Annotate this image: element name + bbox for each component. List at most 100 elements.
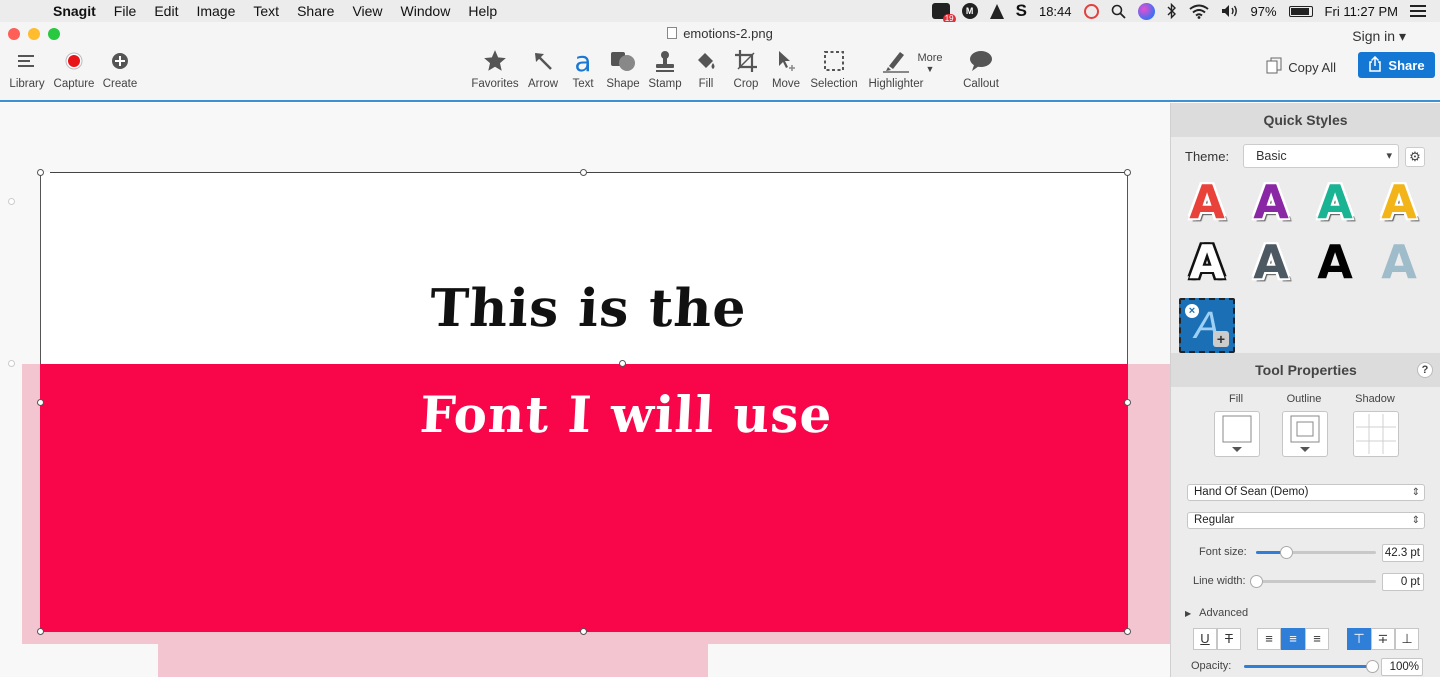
canvas-text-line-2[interactable]: Font I will use	[418, 385, 834, 444]
align-right-button[interactable]: ≡	[1305, 628, 1329, 650]
wifi-icon[interactable]	[1188, 4, 1209, 19]
font-style-select[interactable]: Regular	[1187, 512, 1425, 529]
outline-label: Outline	[1286, 393, 1322, 405]
tool-fill[interactable]: Fill	[690, 44, 722, 90]
clock-status[interactable]: 18:44	[1039, 4, 1072, 19]
resize-handle-top-left[interactable]	[37, 169, 44, 176]
battery-icon[interactable]	[1288, 5, 1313, 17]
tool-text[interactable]: a Text	[567, 44, 599, 91]
quick-style-swatch[interactable]: A	[1185, 236, 1229, 288]
menu-image[interactable]: Image	[187, 3, 244, 19]
gear-icon[interactable]: ⚙	[1405, 147, 1425, 167]
quick-style-swatch[interactable]: A	[1377, 236, 1421, 288]
shadow-grid[interactable]	[1353, 411, 1399, 457]
m-app-icon[interactable]: M	[961, 3, 978, 19]
status-area: 19 M S 18:44 97% Fri 11:27 PM	[931, 0, 1426, 24]
help-icon[interactable]: ?	[1417, 362, 1433, 378]
more-tools-button[interactable]: More ▼	[910, 52, 950, 74]
menu-share[interactable]: Share	[288, 3, 343, 19]
resize-handle-top[interactable]	[580, 169, 587, 176]
line-width-slider[interactable]	[1250, 575, 1376, 588]
menu-text[interactable]: Text	[244, 3, 288, 19]
close-icon[interactable]: ×	[1185, 304, 1199, 318]
notification-center-icon[interactable]	[1410, 5, 1426, 17]
advanced-toggle[interactable]: ▶ Advanced	[1185, 607, 1248, 619]
strikethrough-button[interactable]: T	[1217, 628, 1241, 650]
menu-window[interactable]: Window	[392, 3, 460, 19]
tool-stamp-label: Stamp	[648, 78, 682, 90]
menu-edit[interactable]: Edit	[145, 3, 187, 19]
outline-color-well[interactable]	[1282, 411, 1328, 457]
align-center-button[interactable]: ≡	[1281, 628, 1305, 650]
tool-arrow[interactable]: Arrow	[524, 44, 562, 90]
tool-crop[interactable]: Crop	[728, 44, 764, 90]
quick-styles-header: Quick Styles	[1171, 103, 1440, 137]
font-size-slider[interactable]	[1256, 546, 1376, 559]
siri-icon[interactable]	[1137, 2, 1155, 20]
opacity-slider[interactable]	[1244, 660, 1379, 673]
resize-handle-top-right[interactable]	[1124, 169, 1131, 176]
tool-move[interactable]: Move	[768, 44, 804, 90]
resize-handle-right[interactable]	[1124, 399, 1131, 406]
font-size-slider-knob[interactable]	[1280, 546, 1293, 559]
library-button[interactable]: Library	[8, 44, 46, 90]
valign-bottom-button[interactable]: ⊥	[1395, 628, 1419, 650]
menu-view[interactable]: View	[343, 3, 391, 19]
share-button[interactable]: Share	[1358, 52, 1435, 78]
font-family-select[interactable]: Hand Of Sean (Demo)	[1187, 484, 1425, 501]
line-width-slider-knob[interactable]	[1250, 575, 1263, 588]
quick-style-swatch[interactable]: A	[1185, 176, 1229, 228]
volume-icon[interactable]	[1221, 4, 1239, 18]
fill-color-well[interactable]	[1214, 411, 1260, 457]
canvas-text-line-1[interactable]: This is the	[428, 278, 748, 339]
battery-percent[interactable]: 97%	[1251, 4, 1277, 19]
valign-top-button[interactable]: ⊤	[1347, 628, 1371, 650]
properties-panel: Quick Styles Theme: Basic ⚙ AAAAAAAA × A…	[1170, 103, 1440, 677]
opacity-slider-knob[interactable]	[1366, 660, 1379, 673]
resize-handle-left[interactable]	[37, 399, 44, 406]
quick-style-swatch[interactable]: A	[1313, 176, 1357, 228]
menu-app-snagit[interactable]: Snagit	[44, 3, 105, 19]
font-size-input[interactable]: 42.3 pt	[1382, 544, 1424, 562]
bluetooth-icon[interactable]	[1167, 3, 1177, 19]
quick-style-swatch[interactable]: A	[1249, 236, 1293, 288]
datetime-status[interactable]: Fri 11:27 PM	[1325, 4, 1398, 19]
resize-handle-bottom-left[interactable]	[37, 628, 44, 635]
capture-button[interactable]: Capture	[52, 44, 96, 90]
tool-stamp[interactable]: Stamp	[646, 44, 684, 90]
copy-icon	[1266, 57, 1282, 77]
timer-icon[interactable]	[1083, 3, 1099, 19]
quick-style-swatch[interactable]: A	[1313, 236, 1357, 288]
opacity-input[interactable]: 100%	[1381, 658, 1423, 676]
opacity-label: Opacity:	[1191, 660, 1232, 672]
notification-app-icon[interactable]: 19	[931, 3, 956, 24]
menu-help[interactable]: Help	[459, 3, 506, 19]
tool-favorites[interactable]: Favorites	[470, 44, 520, 90]
quick-style-swatch[interactable]: A	[1377, 176, 1421, 228]
editor-canvas[interactable]: This is the Font I will use	[0, 103, 1170, 677]
create-button[interactable]: Create	[101, 44, 139, 90]
valign-middle-button[interactable]: ∓	[1371, 628, 1395, 650]
sign-in-button[interactable]: Sign in ▾	[1352, 28, 1406, 45]
resize-handle-bottom-right[interactable]	[1124, 628, 1131, 635]
document-title-text: emotions-2.png	[683, 26, 773, 41]
vlc-cone-icon[interactable]	[989, 3, 1004, 19]
add-quick-style-button[interactable]: × A +	[1179, 298, 1235, 353]
menu-file[interactable]: File	[105, 3, 146, 19]
outer-handle-a[interactable]	[8, 198, 15, 205]
tool-selection[interactable]: Selection	[808, 44, 860, 90]
spotlight-search-icon[interactable]	[1111, 4, 1126, 19]
tool-callout[interactable]: Callout	[958, 44, 1004, 90]
outer-handle-b[interactable]	[8, 360, 15, 367]
underline-button[interactable]: U	[1193, 628, 1217, 650]
resize-handle-bottom[interactable]	[580, 628, 587, 635]
snagit-window: Snagit File Edit Image Text Share View W…	[0, 0, 1440, 677]
theme-select[interactable]: Basic	[1243, 144, 1400, 168]
text-box-handle[interactable]	[619, 360, 626, 367]
align-left-button[interactable]: ≡	[1257, 628, 1281, 650]
line-width-input[interactable]: 0 pt	[1382, 573, 1424, 591]
quick-style-swatch[interactable]: A	[1249, 176, 1293, 228]
tool-shape[interactable]: Shape	[604, 44, 642, 90]
s-app-icon[interactable]: S	[1016, 1, 1027, 21]
copy-all-button[interactable]: Copy All	[1266, 54, 1336, 80]
